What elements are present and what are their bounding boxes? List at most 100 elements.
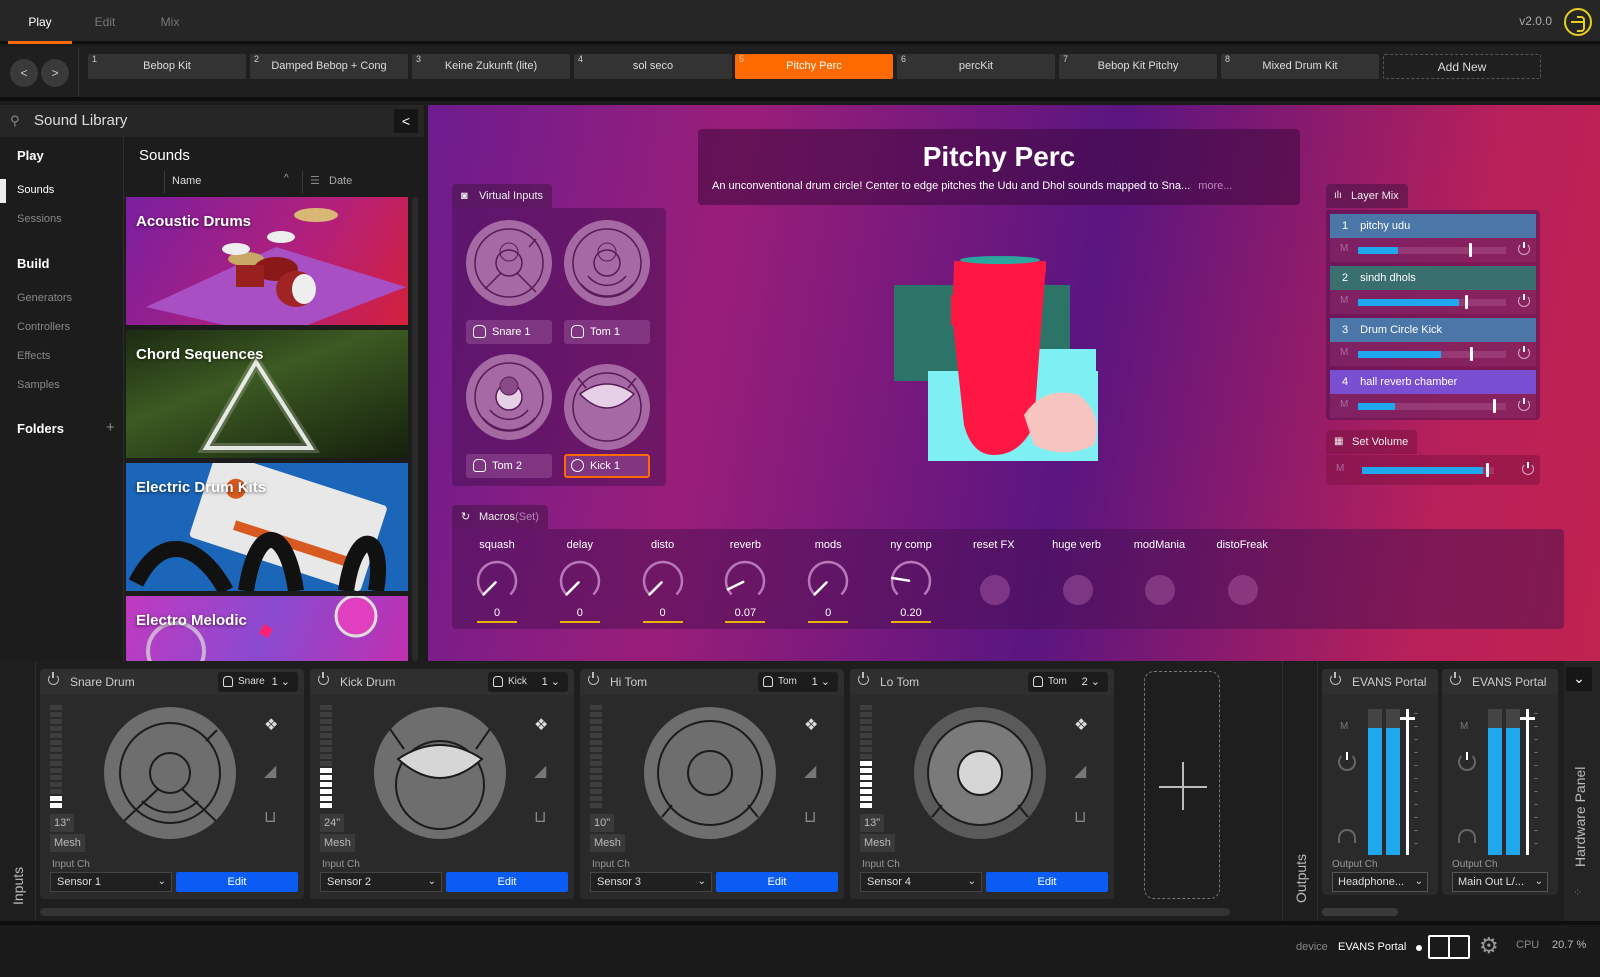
layer-header[interactable]: 2 sindh dhols bbox=[1330, 266, 1536, 290]
sound-card-electro-melodic[interactable]: Electro Melodic bbox=[126, 596, 408, 661]
edit-button[interactable]: Edit bbox=[176, 872, 298, 892]
layer-header[interactable]: 1 pitchy udu bbox=[1330, 214, 1536, 238]
sensor-select[interactable]: Sensor 2 ⌄ bbox=[320, 872, 442, 892]
edit-button[interactable]: Edit bbox=[446, 872, 568, 892]
output-select[interactable]: Main Out L/... ⌄ bbox=[1452, 872, 1548, 892]
velocity-curve-icon[interactable]: ◢ bbox=[804, 761, 816, 781]
channel-name[interactable]: Snare Drum bbox=[70, 675, 135, 689]
sound-card-acoustic-drums[interactable]: Acoustic Drums bbox=[126, 197, 408, 325]
drum-settings-icon[interactable]: ⊔ bbox=[534, 807, 546, 827]
fader-handle[interactable] bbox=[1464, 295, 1468, 309]
velocity-curve-icon[interactable]: ◢ bbox=[1074, 761, 1086, 781]
kit-slot[interactable]: 7 Bebop Kit Pitchy bbox=[1059, 54, 1217, 79]
layers-icon[interactable]: ❖ bbox=[264, 715, 278, 735]
channel-name[interactable]: Lo Tom bbox=[880, 675, 919, 689]
layer-fader[interactable] bbox=[1358, 399, 1506, 413]
virtual-pad-label-tom-1[interactable]: Tom 1 bbox=[564, 320, 650, 344]
power-icon[interactable] bbox=[1450, 672, 1461, 685]
pan-knob[interactable] bbox=[1518, 294, 1530, 307]
mute-button[interactable]: M bbox=[1336, 463, 1344, 474]
column-header-name[interactable]: Name bbox=[172, 175, 201, 187]
macro-knob[interactable] bbox=[889, 559, 933, 603]
fader-handle[interactable] bbox=[1486, 463, 1490, 477]
drum-settings-icon[interactable]: ⊔ bbox=[264, 807, 276, 827]
power-icon[interactable] bbox=[1330, 672, 1341, 685]
virtual-pad-snare[interactable] bbox=[466, 220, 552, 306]
gear-icon[interactable]: ⚙ bbox=[1479, 933, 1499, 959]
power-icon[interactable] bbox=[48, 672, 59, 685]
drum-pad-visual[interactable] bbox=[102, 705, 238, 841]
kit-slot[interactable]: 2 Damped Bebop + Cong bbox=[250, 54, 408, 79]
macro-trigger-button[interactable] bbox=[1145, 575, 1176, 605]
macro-trigger-button[interactable] bbox=[1228, 575, 1259, 605]
collapse-panel-button[interactable]: ⌄ bbox=[1566, 667, 1592, 691]
velocity-curve-icon[interactable]: ◢ bbox=[534, 761, 546, 781]
output-fader[interactable] bbox=[1400, 709, 1415, 855]
layers-icon[interactable]: ❖ bbox=[534, 715, 548, 735]
collapse-library-button[interactable]: < bbox=[394, 109, 418, 133]
mute-button[interactable]: M bbox=[1340, 243, 1348, 254]
prev-kit-button[interactable]: < bbox=[10, 59, 38, 87]
tab-mix[interactable]: Mix bbox=[146, 0, 194, 44]
nav-item-effects[interactable]: Effects bbox=[17, 350, 50, 362]
pan-knob[interactable] bbox=[1522, 462, 1534, 475]
hardware-panel-label[interactable]: Hardware Panel bbox=[1572, 767, 1588, 867]
mute-button[interactable]: M bbox=[1460, 721, 1468, 732]
mute-button[interactable]: M bbox=[1340, 295, 1348, 306]
sort-ascending-icon[interactable]: ^ bbox=[284, 173, 289, 184]
layer-fader[interactable] bbox=[1358, 295, 1506, 309]
virtual-pad-label-kick[interactable]: Kick 1 bbox=[564, 454, 650, 478]
channel-name[interactable]: Kick Drum bbox=[340, 675, 395, 689]
layer-fader[interactable] bbox=[1358, 347, 1506, 361]
edit-button[interactable]: Edit bbox=[986, 872, 1108, 892]
layers-icon[interactable]: ❖ bbox=[1074, 715, 1088, 735]
tab-edit[interactable]: Edit bbox=[78, 0, 132, 44]
kit-slot[interactable]: 8 Mixed Drum Kit bbox=[1221, 54, 1379, 79]
assign-select[interactable]: Kick 1 ⌄ bbox=[488, 672, 568, 692]
drum-pad-visual[interactable] bbox=[642, 705, 778, 841]
macro-knob[interactable] bbox=[558, 559, 602, 603]
kit-slot[interactable]: 4 sol seco bbox=[574, 54, 732, 79]
fader-handle[interactable] bbox=[1492, 399, 1496, 413]
nav-item-samples[interactable]: Samples bbox=[17, 379, 60, 391]
sensor-select[interactable]: Sensor 3 ⌄ bbox=[590, 872, 712, 892]
dots-icon[interactable]: ⁘ bbox=[1573, 886, 1582, 899]
inputs-scrollbar[interactable] bbox=[40, 908, 1230, 916]
pan-knob[interactable] bbox=[1518, 242, 1530, 255]
mute-button[interactable]: M bbox=[1340, 347, 1348, 358]
outputs-scrollbar[interactable] bbox=[1322, 908, 1398, 916]
virtual-pad-tom-2[interactable] bbox=[466, 354, 552, 440]
drum-pad-visual[interactable] bbox=[372, 705, 508, 841]
nav-item-sessions[interactable]: Sessions bbox=[17, 213, 62, 225]
kit-slot[interactable]: 1 Bebop Kit bbox=[88, 54, 246, 79]
fader-handle[interactable] bbox=[1470, 347, 1474, 361]
assign-select[interactable]: Tom 2 ⌄ bbox=[1028, 672, 1108, 692]
volume-knob[interactable] bbox=[1458, 752, 1476, 771]
output-select[interactable]: Headphone... ⌄ bbox=[1332, 872, 1428, 892]
add-new-kit-button[interactable]: Add New bbox=[1383, 54, 1541, 79]
layout-toggle-icon[interactable] bbox=[1428, 935, 1470, 959]
circuit-logo-icon[interactable] bbox=[1564, 8, 1592, 36]
macro-knob[interactable] bbox=[723, 559, 767, 603]
assign-select[interactable]: Snare 1 ⌄ bbox=[218, 672, 298, 692]
kit-slot[interactable]: 6 percKit bbox=[897, 54, 1055, 79]
sensor-select[interactable]: Sensor 1 ⌄ bbox=[50, 872, 172, 892]
fader-handle[interactable] bbox=[1469, 243, 1472, 257]
virtual-pad-kick[interactable] bbox=[564, 364, 650, 450]
layer-fader[interactable] bbox=[1358, 243, 1506, 257]
layer-header[interactable]: 4 hall reverb chamber bbox=[1330, 370, 1536, 394]
kit-slot[interactable]: 5 Pitchy Perc bbox=[735, 54, 893, 79]
drum-settings-icon[interactable]: ⊔ bbox=[804, 807, 816, 827]
mute-button[interactable]: M bbox=[1340, 721, 1348, 732]
drum-pad-visual[interactable] bbox=[912, 705, 1048, 841]
next-kit-button[interactable]: > bbox=[41, 59, 69, 87]
sensor-select[interactable]: Sensor 4 ⌄ bbox=[860, 872, 982, 892]
set-volume-fader[interactable] bbox=[1362, 463, 1494, 477]
assign-select[interactable]: Tom 1 ⌄ bbox=[758, 672, 838, 692]
macro-trigger-button[interactable] bbox=[979, 575, 1010, 605]
edit-button[interactable]: Edit bbox=[716, 872, 838, 892]
mute-button[interactable]: M bbox=[1340, 399, 1348, 410]
macro-knob[interactable] bbox=[806, 559, 850, 603]
layer-header[interactable]: 3 Drum Circle Kick bbox=[1330, 318, 1536, 342]
add-input-button[interactable] bbox=[1144, 671, 1220, 899]
